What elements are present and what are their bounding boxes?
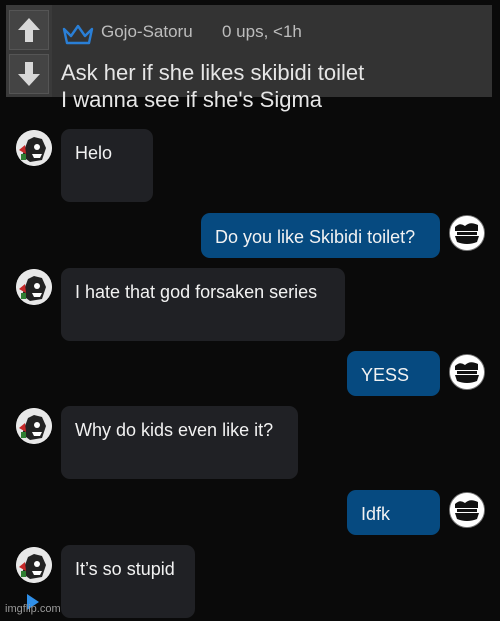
watermark: imgflip.com	[5, 603, 61, 615]
message-bubble-outgoing[interactable]: YESS	[347, 351, 440, 396]
message-text: I hate that god forsaken series	[75, 282, 318, 302]
message-bubble-outgoing[interactable]: Do you like Skibidi toilet?	[201, 213, 440, 258]
message-bubble-incoming[interactable]: Helo	[61, 129, 153, 202]
message-text: It’s so stupid	[75, 559, 175, 579]
vote-column	[6, 5, 52, 97]
user-avatar[interactable]	[449, 492, 485, 528]
avatar-logo-icon	[450, 355, 484, 389]
avatar-character-icon	[16, 547, 52, 583]
message-bubble-incoming[interactable]: Why do kids even like it?	[61, 406, 298, 479]
arrow-down-icon	[18, 62, 40, 86]
contact-avatar[interactable]	[16, 130, 52, 166]
message-bubble-incoming[interactable]: I hate that god forsaken series	[61, 268, 345, 341]
contact-avatar[interactable]	[16, 269, 52, 305]
arrow-up-icon	[18, 18, 40, 42]
message-text: Idfk	[361, 504, 391, 524]
contact-avatar[interactable]	[16, 408, 52, 444]
user-avatar[interactable]	[449, 354, 485, 390]
contact-avatar[interactable]	[16, 547, 52, 583]
comment-body: Ask her if she likes skibidi toilet I wa…	[61, 59, 481, 113]
avatar-character-icon	[16, 408, 52, 444]
comment-username[interactable]: Gojo-Satoru	[101, 22, 193, 42]
comment-line: Ask her if she likes skibidi toilet	[61, 60, 365, 85]
upvote-button[interactable]	[9, 10, 49, 50]
comment-card: Gojo-Satoru 0 ups, <1h Ask her if she li…	[6, 5, 492, 112]
avatar-logo-icon	[450, 493, 484, 527]
message-text: Do you like Skibidi toilet?	[215, 227, 416, 247]
message-bubble-outgoing[interactable]: Idfk	[347, 490, 440, 535]
downvote-button[interactable]	[9, 54, 49, 94]
avatar-logo-icon	[450, 216, 484, 250]
message-bubble-incoming[interactable]: It’s so stupid	[61, 545, 195, 618]
avatar-character-icon	[16, 269, 52, 305]
comment-meta: 0 ups, <1h	[222, 22, 302, 41]
message-text: Why do kids even like it?	[75, 420, 274, 440]
message-text: Helo	[75, 143, 113, 163]
avatar-character-icon	[16, 130, 52, 166]
comment-line: I wanna see if she's Sigma	[61, 87, 323, 112]
crown-icon	[62, 24, 94, 45]
message-text: YESS	[361, 365, 410, 385]
user-avatar[interactable]	[449, 215, 485, 251]
